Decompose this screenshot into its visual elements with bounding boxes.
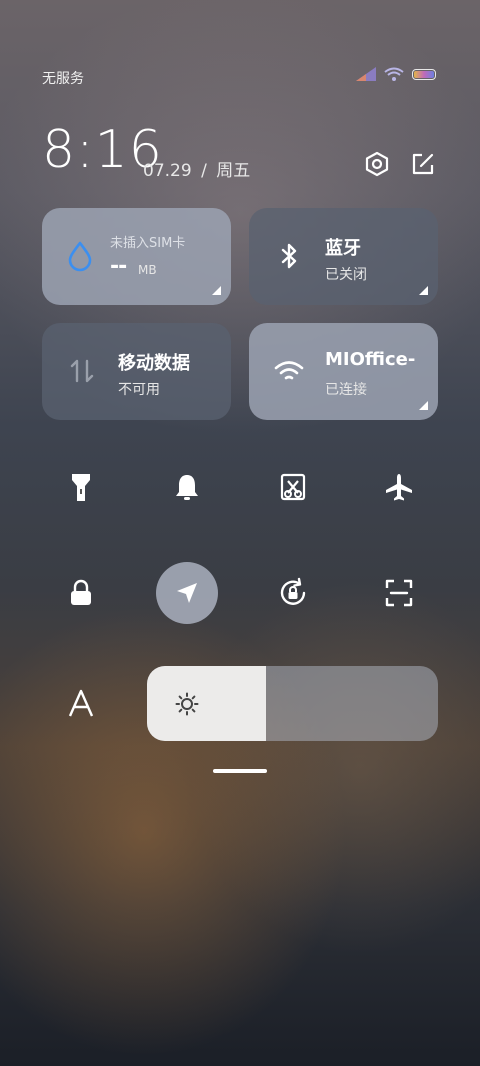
- brightness-slider[interactable]: [147, 666, 438, 741]
- location-toggle[interactable]: [156, 562, 218, 624]
- screenshot-toggle[interactable]: [262, 456, 324, 518]
- wifi-icon: [274, 361, 304, 380]
- data-usage-tile[interactable]: 未插入SIM卡 -- MB: [42, 208, 231, 305]
- scanner-icon: [385, 579, 413, 607]
- sim-status: 未插入SIM卡: [110, 236, 186, 251]
- data-usage-unit: MB: [138, 263, 157, 277]
- settings-button[interactable]: [362, 149, 392, 179]
- airplane-icon: [386, 474, 412, 501]
- bluetooth-label: 蓝牙: [325, 238, 361, 259]
- gear-icon: [365, 151, 389, 177]
- edit-icon: [412, 153, 434, 175]
- auto-brightness-toggle[interactable]: [50, 672, 112, 734]
- brightness-fill: [147, 666, 267, 741]
- expand-corner-icon: [212, 286, 221, 295]
- lock-icon: [71, 579, 91, 605]
- date-value: 07.29: [143, 161, 192, 181]
- wifi-status-icon: [384, 67, 404, 81]
- date-separator: /: [201, 161, 207, 181]
- mobile-data-arrows-icon: [70, 359, 94, 383]
- wifi-status: 已连接: [325, 382, 367, 398]
- battery-icon: [412, 68, 436, 80]
- expand-corner-icon: [419, 401, 428, 410]
- edit-button[interactable]: [408, 149, 438, 179]
- status-icons: [356, 67, 436, 81]
- rotation-lock-toggle[interactable]: [262, 562, 324, 624]
- weekday: 周五: [216, 161, 251, 181]
- expand-corner-icon: [419, 286, 428, 295]
- mobile-data-label: 移动数据: [118, 353, 190, 374]
- location-icon: [177, 583, 197, 603]
- screenshot-icon: [280, 473, 306, 501]
- bell-icon: [176, 475, 198, 500]
- home-indicator[interactable]: [213, 769, 267, 773]
- bluetooth-status: 已关闭: [325, 267, 367, 283]
- date: 07.29 / 周五: [143, 156, 250, 181]
- flashlight-toggle[interactable]: [50, 456, 112, 518]
- auto-brightness-icon: [68, 689, 94, 717]
- rotation-lock-icon: [280, 577, 306, 605]
- mobile-data-tile[interactable]: 移动数据 不可用: [42, 323, 231, 420]
- scanner-toggle[interactable]: [368, 562, 430, 624]
- wifi-tile[interactable]: MIOffice- 已连接: [249, 323, 438, 420]
- bluetooth-icon: [281, 243, 297, 269]
- silent-toggle[interactable]: [156, 456, 218, 518]
- airplane-toggle[interactable]: [368, 456, 430, 518]
- carrier-status: 无服务: [42, 71, 84, 87]
- signal-icon: [356, 67, 376, 81]
- water-drop-icon: [68, 241, 92, 272]
- sun-icon: [175, 692, 199, 716]
- flashlight-icon: [72, 474, 90, 501]
- mobile-data-status: 不可用: [118, 382, 160, 398]
- wifi-network-name: MIOffice-: [325, 349, 416, 370]
- lock-screen-toggle[interactable]: [50, 562, 112, 624]
- data-usage-value: --: [110, 254, 127, 279]
- bluetooth-tile[interactable]: 蓝牙 已关闭: [249, 208, 438, 305]
